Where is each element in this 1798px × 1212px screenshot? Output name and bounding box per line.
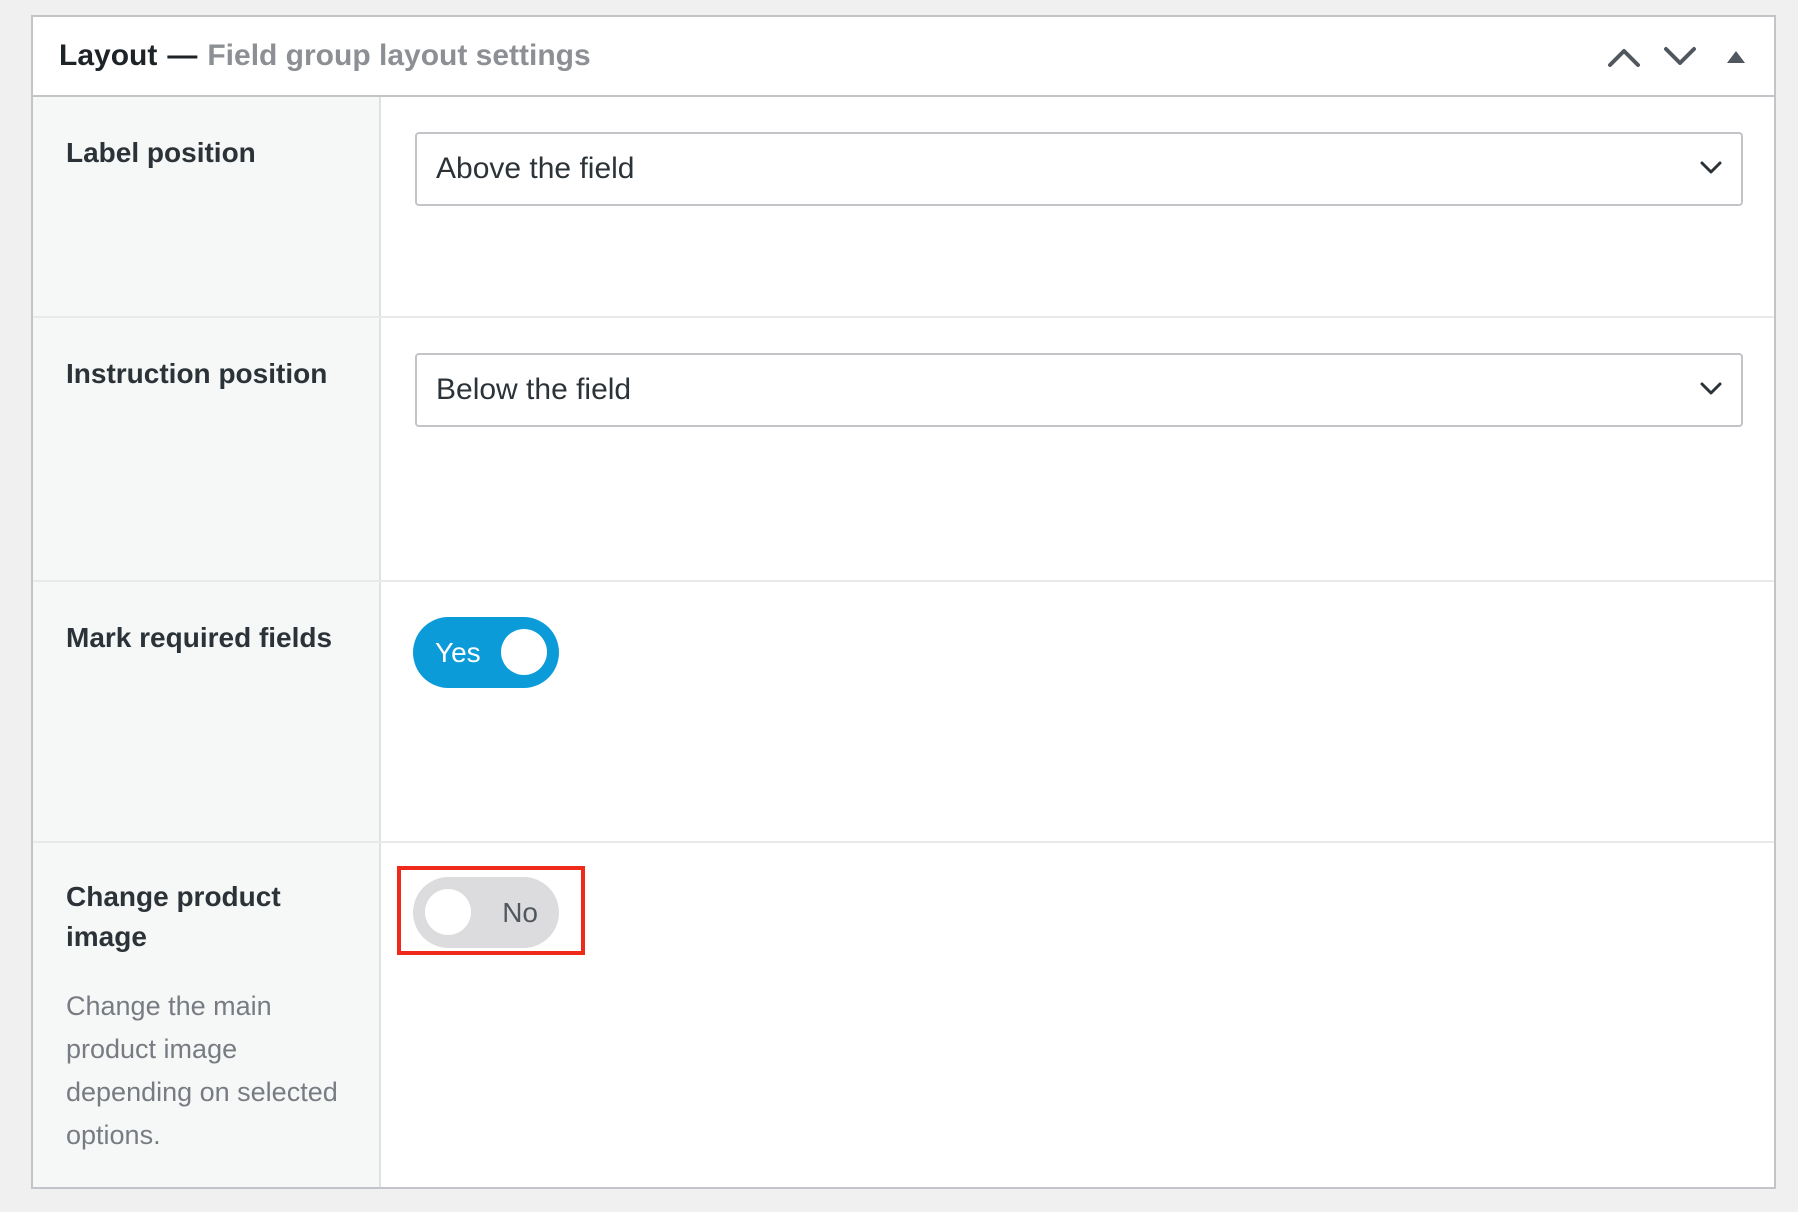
label-column: Mark required fields [33, 582, 381, 841]
label-position-select[interactable]: Above the field [415, 132, 1743, 206]
toggle-label: Yes [435, 636, 481, 668]
label-column: Change product image Change the main pro… [33, 843, 381, 1187]
layout-panel: Layout — Field group layout settings Lab… [31, 15, 1776, 1189]
toggle-panel-button[interactable] [1708, 29, 1764, 85]
settings-row-change-product-image: Change product image Change the main pro… [33, 843, 1774, 1187]
panel-subtitle: Field group layout settings [207, 39, 591, 72]
chevron-down-icon [1664, 47, 1696, 65]
title-separator: — [167, 39, 198, 72]
mark-required-toggle[interactable]: Yes [413, 617, 559, 688]
field-column: Below the field [381, 318, 1774, 580]
settings-row-mark-required: Mark required fields Yes [33, 582, 1774, 843]
move-down-button[interactable] [1652, 29, 1708, 85]
field-label: Instruction position [66, 358, 328, 389]
panel-header: Layout — Field group layout settings [33, 17, 1774, 97]
change-product-image-toggle[interactable]: No [413, 877, 559, 948]
toggle-label: No [502, 896, 538, 928]
settings-row-instruction-position: Instruction position Below the field [33, 318, 1774, 582]
settings-row-label-position: Label position Above the field [33, 97, 1774, 318]
field-label: Label position [66, 137, 256, 168]
field-label: Change product image [66, 881, 281, 952]
field-column: No [381, 843, 1774, 1187]
field-column: Above the field [381, 97, 1774, 316]
triangle-up-icon [1727, 51, 1745, 63]
chevron-down-icon [1700, 161, 1722, 174]
instruction-position-select[interactable]: Below the field [415, 353, 1743, 427]
header-actions [1596, 17, 1764, 97]
panel-title: Layout [59, 39, 158, 72]
field-description: Change the main product image depending … [66, 991, 338, 1150]
chevron-up-icon [1608, 49, 1640, 67]
label-column: Label position [33, 97, 381, 316]
select-value: Above the field [436, 152, 635, 185]
toggle-knob [425, 889, 471, 935]
select-value: Below the field [436, 373, 632, 406]
label-column: Instruction position [33, 318, 381, 580]
toggle-knob [501, 629, 547, 675]
field-label: Mark required fields [66, 622, 333, 653]
field-column: Yes [381, 582, 1774, 841]
move-up-button[interactable] [1596, 29, 1652, 85]
chevron-down-icon [1700, 382, 1722, 395]
